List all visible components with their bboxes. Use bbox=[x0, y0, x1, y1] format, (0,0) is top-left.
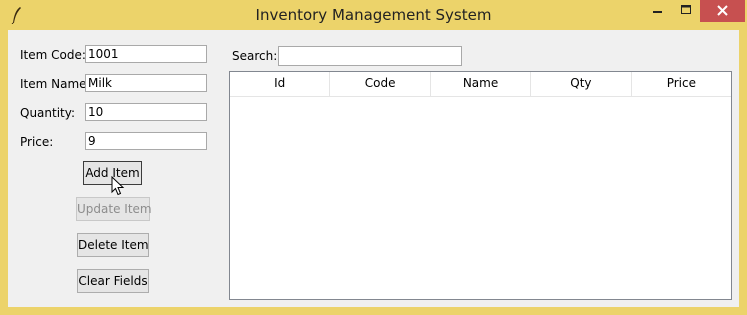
maximize-icon bbox=[681, 5, 691, 14]
window-title: Inventory Management System bbox=[255, 6, 492, 24]
close-button[interactable] bbox=[700, 0, 745, 22]
clear-fields-button[interactable]: Clear Fields bbox=[77, 269, 149, 293]
column-header-price[interactable]: Price bbox=[632, 72, 731, 96]
delete-item-button[interactable]: Delete Item bbox=[77, 233, 149, 257]
title-bar[interactable]: Inventory Management System bbox=[0, 0, 747, 30]
inventory-table[interactable]: Id Code Name Qty Price bbox=[229, 71, 732, 300]
mouse-pointer-icon bbox=[111, 176, 125, 196]
table-header: Id Code Name Qty Price bbox=[230, 72, 731, 97]
quantity-field[interactable]: 10 bbox=[85, 103, 207, 121]
item-code-field[interactable]: 1001 bbox=[85, 45, 207, 63]
item-name-field[interactable]: Milk bbox=[85, 74, 207, 92]
client-area: Item Code: 1001 Item Name: Milk Quantity… bbox=[8, 30, 739, 307]
column-header-id[interactable]: Id bbox=[230, 72, 331, 96]
app-window: Inventory Management System Item Code: 1… bbox=[0, 0, 747, 315]
price-label: Price: bbox=[20, 135, 54, 149]
item-code-label: Item Code: bbox=[20, 48, 86, 62]
search-input[interactable] bbox=[278, 46, 462, 66]
search-label: Search: bbox=[232, 49, 278, 63]
column-header-name[interactable]: Name bbox=[431, 72, 532, 96]
quantity-label: Quantity: bbox=[20, 106, 76, 120]
column-header-qty[interactable]: Qty bbox=[531, 72, 632, 96]
update-item-button[interactable]: Update Item bbox=[76, 197, 152, 221]
maximize-button[interactable] bbox=[668, 0, 704, 22]
close-icon bbox=[717, 5, 728, 16]
price-field[interactable]: 9 bbox=[85, 132, 207, 150]
column-header-code[interactable]: Code bbox=[330, 72, 431, 96]
item-name-label: Item Name: bbox=[20, 77, 91, 91]
